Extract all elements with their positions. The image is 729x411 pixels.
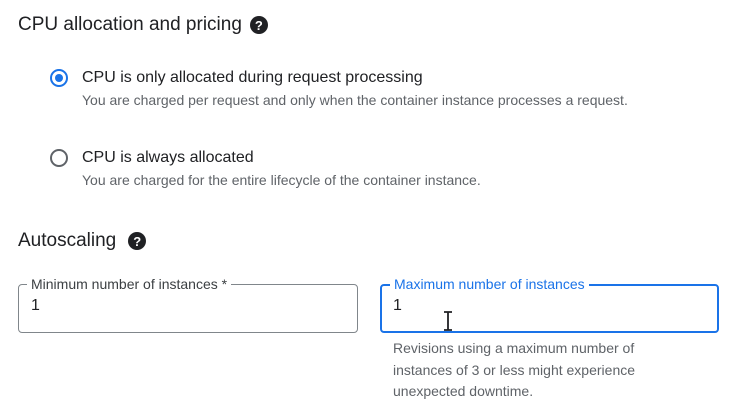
text-cursor-icon (444, 311, 452, 331)
help-icon[interactable]: ? (249, 16, 268, 34)
max-instances-label: Maximum number of instances (390, 275, 589, 293)
max-instances-helper-text: Revisions using a maximum number of inst… (393, 340, 636, 399)
min-instances-field[interactable]: Minimum number of instances * 1 (18, 275, 358, 333)
autoscaling-title: Autoscaling (18, 230, 117, 251)
radio-description: You are charged for the entire lifecycle… (82, 172, 481, 188)
cpu-allocation-title: CPU allocation and pricing (18, 14, 242, 35)
radio-option-request-processing[interactable]: CPU is only allocated during request pro… (50, 68, 710, 112)
radio-option-always-allocated[interactable]: CPU is always allocated You are charged … (50, 148, 710, 192)
cpu-allocation-heading: CPU allocation and pricing ? (18, 14, 268, 36)
min-instances-label: Minimum number of instances * (27, 275, 232, 293)
autoscaling-heading: Autoscaling ? (18, 230, 147, 252)
radio-button-unselected[interactable] (50, 149, 68, 167)
radio-description: You are charged per request and only whe… (82, 92, 628, 108)
max-instances-field[interactable]: Maximum number of instances 1 (380, 275, 719, 333)
max-instances-input[interactable]: 1 (393, 297, 402, 315)
radio-label: CPU is only allocated during request pro… (82, 69, 423, 86)
help-icon[interactable]: ? (128, 232, 147, 250)
radio-label: CPU is always allocated (82, 149, 254, 166)
min-instances-input[interactable]: 1 (31, 297, 40, 315)
radio-button-selected[interactable] (50, 69, 68, 87)
